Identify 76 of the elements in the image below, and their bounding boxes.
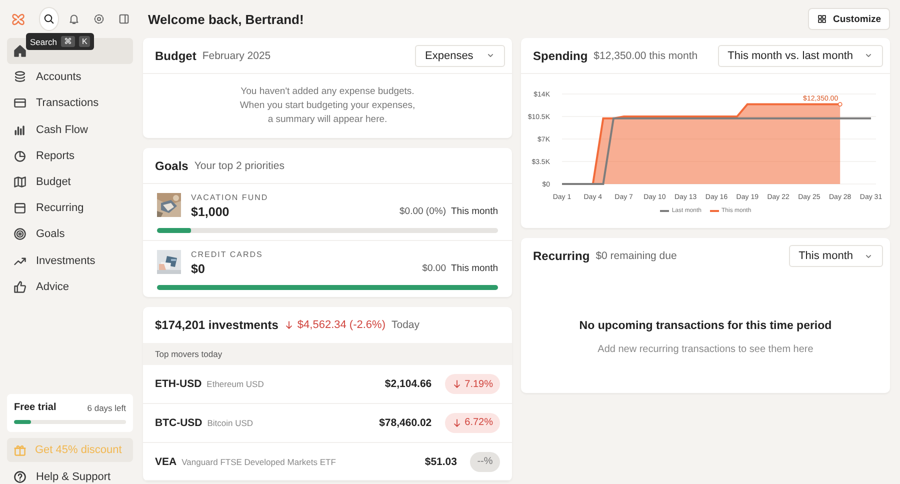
card-title: Recurring xyxy=(533,249,590,263)
goal-name: VACATION FUND xyxy=(191,193,268,202)
nav-item[interactable]: Recurring xyxy=(7,195,133,222)
bar-chart-icon xyxy=(13,122,27,137)
nav-item[interactable]: Budget xyxy=(7,168,133,196)
empty-title: No upcoming transactions for this time period xyxy=(578,320,833,332)
layers-icon xyxy=(13,70,27,84)
nav-item[interactable]: Transactions xyxy=(7,90,133,117)
price: $51.03 xyxy=(424,456,457,468)
home-icon xyxy=(13,44,27,58)
trial-label: Free trial xyxy=(14,402,56,413)
goal-period: This month xyxy=(451,263,498,274)
keyboard-key: ⌘ xyxy=(60,36,75,47)
help-link[interactable]: Help & Support xyxy=(7,462,133,484)
section-header: Top movers today xyxy=(143,343,512,366)
dropdown[interactable]: Expenses xyxy=(415,44,505,66)
change-pill: --% xyxy=(470,452,500,472)
dropdown[interactable]: This month xyxy=(788,245,883,267)
gift-icon xyxy=(13,443,27,457)
ticker-symbol: BTC-USD xyxy=(155,416,202,429)
change-pill: 6.72% xyxy=(444,412,500,433)
nav-item[interactable]: Goals xyxy=(7,221,133,248)
panel-icon xyxy=(118,13,130,25)
keyboard-key: K xyxy=(78,36,90,47)
security-name: Vanguard FTSE Developed Markets ETF xyxy=(182,456,336,467)
security-name: Ethereum USD xyxy=(206,379,264,390)
card-title: Goals xyxy=(155,158,188,173)
goal-period: This month xyxy=(451,206,498,218)
target-icon xyxy=(13,227,27,242)
trial-remaining: 6 days left xyxy=(87,402,126,412)
search-button[interactable] xyxy=(40,8,58,30)
gear-icon xyxy=(92,13,105,25)
security-name: Bitcoin USD xyxy=(207,418,254,428)
empty-message: Add new recurring transactions to see them here xyxy=(596,344,814,355)
price: $78,460.02 xyxy=(379,416,432,429)
customize-button[interactable]: Customize xyxy=(808,8,890,30)
credit-card-icon xyxy=(13,96,27,110)
card-subtitle: Today xyxy=(391,319,420,332)
ticker-symbol: VEA xyxy=(155,456,177,468)
dropdown[interactable]: This month vs. last month xyxy=(718,44,883,66)
empty-message: You haven't added any expense budgets. When you start budgeting your expenses, a summary will appear here. xyxy=(238,85,416,126)
change-amount: $4,562.34 (-2.6%) xyxy=(297,319,386,332)
help-icon xyxy=(13,470,27,484)
nav-item[interactable]: Reports xyxy=(7,142,133,169)
goal-name: CREDIT CARDS xyxy=(191,250,263,260)
calendar-icon xyxy=(13,201,27,216)
card-title: Spending xyxy=(533,48,588,62)
search-icon xyxy=(43,13,55,25)
page-title: Welcome back, Bertrand! xyxy=(148,12,304,26)
saved-amount: $0.00 (0%) xyxy=(400,206,446,218)
card-subtitle: Your top 2 priorities xyxy=(194,160,284,172)
card-title: $174,201 investments xyxy=(155,318,278,332)
card-subtitle: February 2025 xyxy=(202,50,271,62)
goal-amount: $1,000 xyxy=(191,205,230,220)
thumbs-up-icon xyxy=(13,280,27,294)
goal-amount: $0 xyxy=(191,262,206,276)
bell-icon xyxy=(68,13,80,25)
point-marker xyxy=(838,102,842,106)
nav-item[interactable]: Accounts xyxy=(7,64,133,90)
arrow-down-icon xyxy=(452,418,462,428)
card-subtitle: $12,350.00 this month xyxy=(594,50,698,62)
arrow-down-icon xyxy=(284,320,294,330)
ticker-symbol: ETH-USD xyxy=(155,378,202,390)
price: $2,104.66 xyxy=(384,378,432,390)
pie-chart-icon xyxy=(13,148,27,163)
card-title: Budget xyxy=(155,48,196,62)
map-icon xyxy=(13,175,27,190)
card-subtitle: $0 remaining due xyxy=(596,250,677,262)
saved-amount: $0.00 xyxy=(422,263,446,274)
grid-icon xyxy=(816,14,827,24)
change-pill: 7.19% xyxy=(444,374,500,394)
nav-item[interactable]: Investments xyxy=(7,248,133,274)
nav-item[interactable]: Cash Flow xyxy=(7,116,133,143)
arrow-down-icon xyxy=(452,379,462,390)
nav-item[interactable]: Advice xyxy=(7,274,133,300)
tooltip-label: Search xyxy=(30,36,57,46)
